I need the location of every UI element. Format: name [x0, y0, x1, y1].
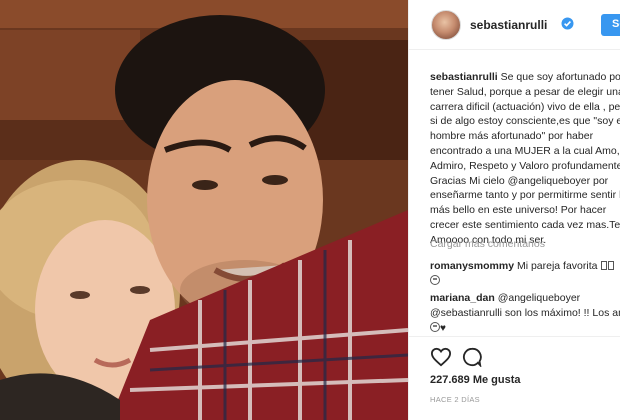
caption-line: tener Salud, porque a pesar de elegir un… — [430, 85, 620, 98]
caption-line: Admiro, Respeto y Valoro profundamente. — [430, 159, 620, 172]
caption-line: más bello en este universo! Por hacer — [430, 204, 607, 217]
unrendered-glyph-icon — [608, 261, 615, 270]
photo-illustration — [0, 0, 408, 420]
post-photo[interactable] — [0, 0, 408, 420]
verified-badge-icon — [561, 17, 574, 30]
post-actions: 227.689 Me gusta HACE 2 DÍAS — [409, 336, 620, 420]
caption-line: Gracias Mi cielo @angeliqueboyer por — [430, 174, 609, 187]
caption-line: crecer este sentimiento cada vez mas.Te — [430, 218, 620, 231]
unrendered-glyph-icon — [601, 261, 608, 270]
follow-button[interactable]: Seguir — [601, 14, 620, 36]
smiley-emoji-icon — [430, 274, 440, 285]
caption-line: hombre más afortunado" por haber — [430, 130, 594, 143]
caption-line: si de algo estoy consciente,es que "soy … — [430, 115, 620, 128]
comment-item: romanysmommy Mi pareja favorita — [430, 259, 620, 289]
comment-item: mariana_dan @angeliqueboyer @sebastianru… — [430, 291, 620, 336]
post-sidebar: sebastianrulli Seguir sebastianrulli Se … — [409, 0, 620, 420]
likes-count[interactable]: 227.689 Me gusta — [430, 374, 521, 386]
comment-text: @sebastianrulli son los máximo! !! Los a… — [430, 306, 620, 319]
comment-username[interactable]: mariana_dan — [430, 292, 495, 304]
comment-bubble-icon[interactable] — [462, 347, 482, 367]
header-username[interactable]: sebastianrulli — [470, 18, 547, 32]
post-caption: sebastianrulli Se que soy afortunado por… — [430, 70, 620, 248]
load-more-comments-link[interactable]: Cargar más comentarios — [430, 238, 545, 250]
comment-mention[interactable]: @angeliqueboyer — [498, 292, 580, 304]
comment-username[interactable]: romanysmommy — [430, 260, 514, 272]
comment-text: Mi pareja favorita — [516, 260, 598, 272]
heart-emoji-icon: ♥ — [440, 322, 446, 334]
caption-line: enseñarme tanto y por permitirme sentir … — [430, 189, 620, 202]
post-date[interactable]: HACE 2 DÍAS — [430, 395, 480, 404]
smiley-emoji-icon — [430, 321, 440, 332]
avatar[interactable] — [431, 10, 461, 40]
caption-username[interactable]: sebastianrulli — [430, 71, 498, 83]
caption-line: carrera dificil (actuación) vivo de ella… — [430, 100, 620, 113]
post-header: sebastianrulli Seguir — [409, 0, 620, 50]
caption-line: encontrado a una MUJER a la cual Amo, — [430, 144, 620, 157]
caption-line: Se que soy afortunado por — [500, 71, 620, 83]
heart-outline-icon[interactable] — [430, 347, 452, 367]
